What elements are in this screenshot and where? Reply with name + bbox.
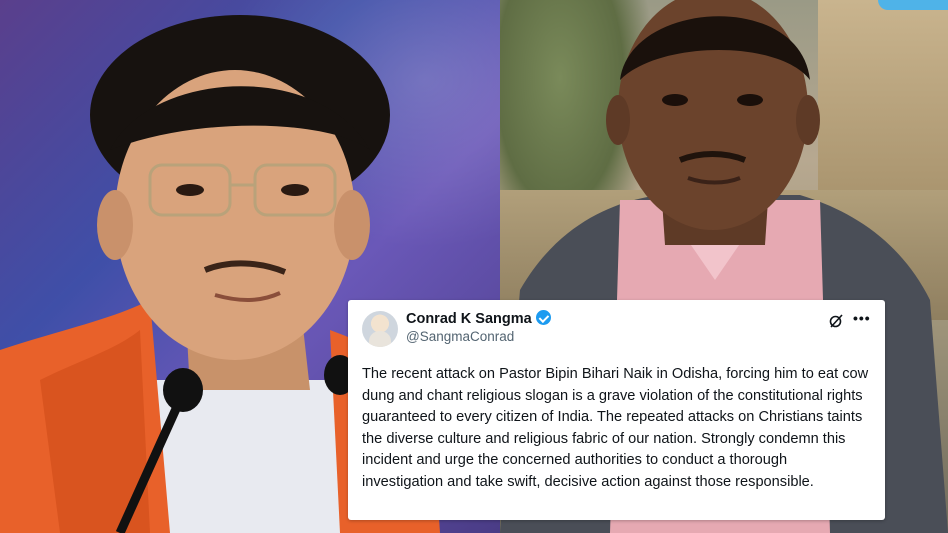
grok-icon[interactable]: [829, 314, 843, 328]
avatar-figure: [369, 331, 391, 347]
tweet-card[interactable]: Conrad K Sangma @SangmaConrad ••• The re…: [348, 300, 885, 520]
tweet-header: Conrad K Sangma @SangmaConrad •••: [362, 308, 871, 354]
author-handle[interactable]: @SangmaConrad: [406, 329, 514, 344]
author-name[interactable]: Conrad K Sangma: [406, 311, 532, 327]
tweet-text: The recent attack on Pastor Bipin Bihari…: [362, 366, 869, 490]
author-name-row[interactable]: Conrad K Sangma: [406, 310, 551, 327]
author-avatar[interactable]: [362, 311, 398, 347]
more-options-icon[interactable]: •••: [853, 311, 871, 328]
verified-badge-icon: [535, 310, 551, 325]
